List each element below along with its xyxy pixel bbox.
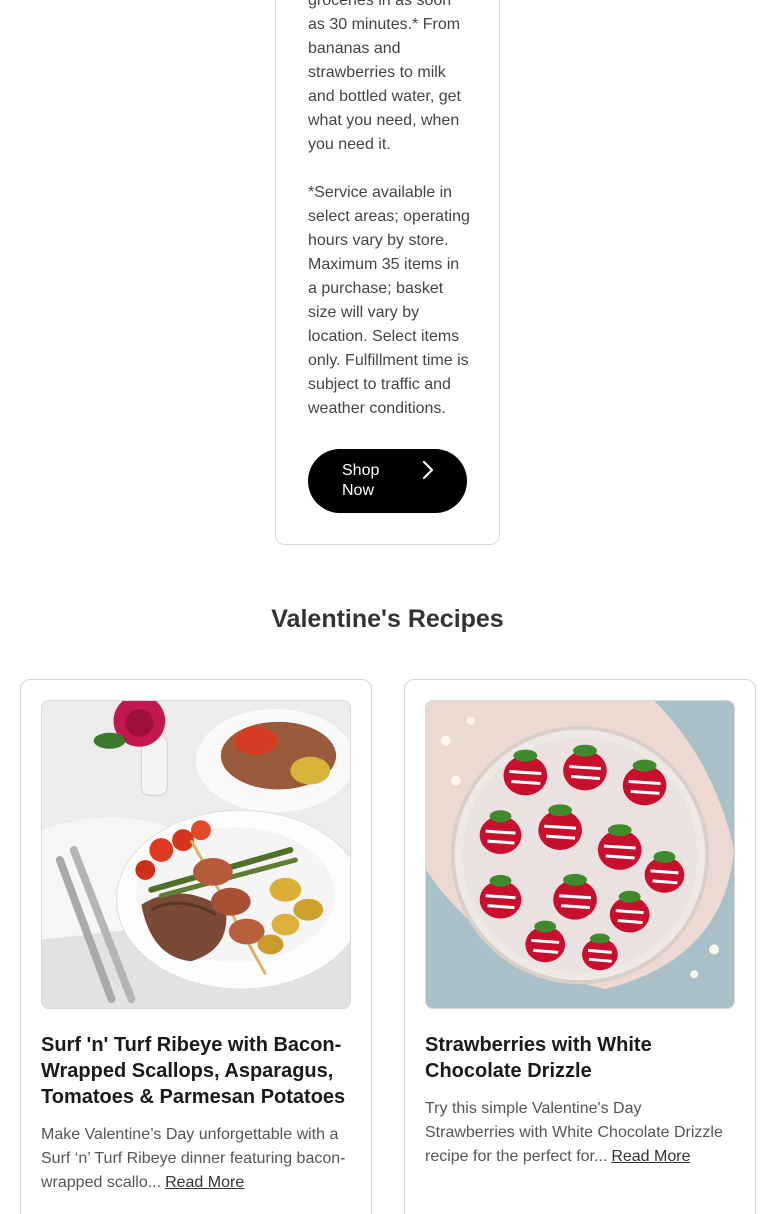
recipe-description: Make Valentine’s Day unforgettable with … <box>41 1123 353 1195</box>
recipe-description: Try this simple Valentine's Day Strawber… <box>425 1097 735 1169</box>
promo-disclaimer: *Service available in select areas; oper… <box>308 184 470 417</box>
chevron-right-icon <box>422 460 434 480</box>
recipe-card[interactable]: Strawberries with White Chocolate Drizzl… <box>404 679 756 1214</box>
read-more-link[interactable]: Read More <box>611 1148 690 1165</box>
recipe-card[interactable]: Surf 'n' Turf Ribeye with Bacon-Wrapped … <box>20 679 372 1214</box>
promo-text: groceries in as soon as 30 minutes.* Fro… <box>308 0 472 421</box>
promo-card: groceries in as soon as 30 minutes.* Fro… <box>275 0 500 545</box>
section-title: Valentine's Recipes <box>271 605 504 633</box>
read-more-link[interactable]: Read More <box>165 1174 244 1191</box>
recipe-title[interactable]: Strawberries with White Chocolate Drizzl… <box>425 1032 740 1084</box>
shop-now-label: Shop Now <box>342 462 380 499</box>
shop-now-button[interactable]: Shop Now <box>308 449 467 513</box>
recipe-title[interactable]: Surf 'n' Turf Ribeye with Bacon-Wrapped … <box>41 1032 356 1110</box>
recipe-image-strawberries[interactable] <box>425 700 735 1009</box>
recipe-image-surf-turf[interactable] <box>41 700 351 1009</box>
promo-description: groceries in as soon as 30 minutes.* Fro… <box>308 0 461 153</box>
